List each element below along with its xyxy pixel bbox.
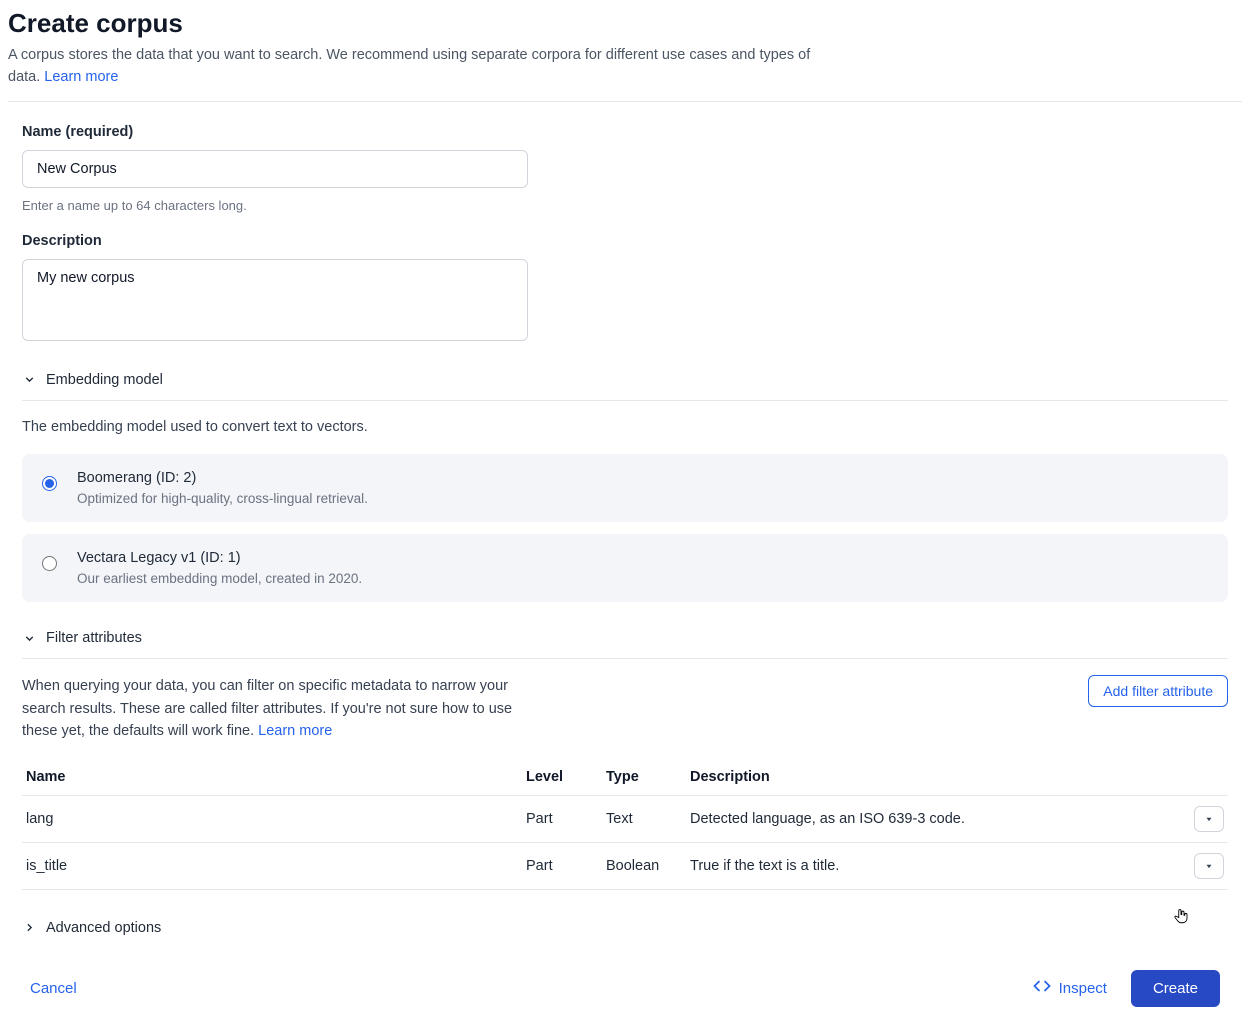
chevron-down-icon [22, 373, 36, 387]
add-filter-attribute-button[interactable]: Add filter attribute [1088, 675, 1228, 707]
divider [22, 400, 1228, 401]
header-divider [8, 101, 1242, 102]
learn-more-link[interactable]: Learn more [44, 69, 118, 85]
option-subtitle: Optimized for high-quality, cross-lingua… [77, 491, 368, 506]
create-button[interactable]: Create [1131, 970, 1220, 1007]
footer: Cancel Inspect Create [8, 944, 1242, 1017]
row-actions-dropdown[interactable] [1194, 853, 1224, 879]
option-subtitle: Our earliest embedding model, created in… [77, 571, 362, 586]
radio-legacy[interactable] [42, 556, 57, 571]
cell-type: Text [602, 795, 686, 842]
inspect-button[interactable]: Inspect [1033, 977, 1107, 999]
page-header: Create corpus A corpus stores the data t… [8, 8, 1242, 89]
cell-description: Detected language, as an ISO 639-3 code. [686, 795, 1188, 842]
advanced-section-header[interactable]: Advanced options [22, 912, 1228, 944]
cell-description: True if the text is a title. [686, 842, 1188, 889]
advanced-section-title: Advanced options [46, 920, 161, 936]
option-title: Boomerang (ID: 2) [77, 470, 368, 486]
filter-attributes-table: Name Level Type Description lang Part Te… [22, 759, 1228, 890]
table-row: is_title Part Boolean True if the text i… [22, 842, 1228, 889]
page-description: A corpus stores the data that you want t… [8, 45, 818, 89]
cell-type: Boolean [602, 842, 686, 889]
page-title: Create corpus [8, 8, 1242, 39]
cell-level: Part [522, 795, 602, 842]
radio-boomerang[interactable] [42, 476, 57, 491]
row-actions-dropdown[interactable] [1194, 806, 1224, 832]
col-level: Level [522, 759, 602, 796]
embedding-section: Embedding model The embedding model used… [22, 364, 1228, 603]
embedding-section-header[interactable]: Embedding model [22, 364, 1228, 396]
filter-section-header[interactable]: Filter attributes [22, 622, 1228, 654]
col-type: Type [602, 759, 686, 796]
code-icon [1033, 977, 1051, 999]
embedding-option-legacy[interactable]: Vectara Legacy v1 (ID: 1) Our earliest e… [22, 534, 1228, 602]
name-label: Name (required) [22, 124, 1228, 140]
col-description: Description [686, 759, 1188, 796]
description-label: Description [22, 233, 1228, 249]
embedding-option-boomerang[interactable]: Boomerang (ID: 2) Optimized for high-qua… [22, 454, 1228, 522]
embedding-section-title: Embedding model [46, 372, 163, 388]
table-row: lang Part Text Detected language, as an … [22, 795, 1228, 842]
inspect-label: Inspect [1059, 980, 1107, 997]
cancel-button[interactable]: Cancel [30, 980, 77, 997]
cell-name: lang [22, 795, 522, 842]
advanced-section: Advanced options [22, 912, 1228, 944]
filter-description: When querying your data, you can filter … [22, 675, 542, 742]
cell-name: is_title [22, 842, 522, 889]
filter-learn-more-link[interactable]: Learn more [258, 723, 332, 739]
cell-level: Part [522, 842, 602, 889]
col-name: Name [22, 759, 522, 796]
description-textarea[interactable] [22, 259, 528, 341]
divider [22, 658, 1228, 659]
name-input[interactable] [22, 150, 528, 188]
filter-section: Filter attributes When querying your dat… [22, 622, 1228, 889]
embedding-description: The embedding model used to convert text… [22, 417, 1228, 439]
name-helper: Enter a name up to 64 characters long. [22, 198, 1228, 213]
chevron-down-icon [22, 631, 36, 645]
filter-section-title: Filter attributes [46, 630, 142, 646]
option-title: Vectara Legacy v1 (ID: 1) [77, 550, 362, 566]
